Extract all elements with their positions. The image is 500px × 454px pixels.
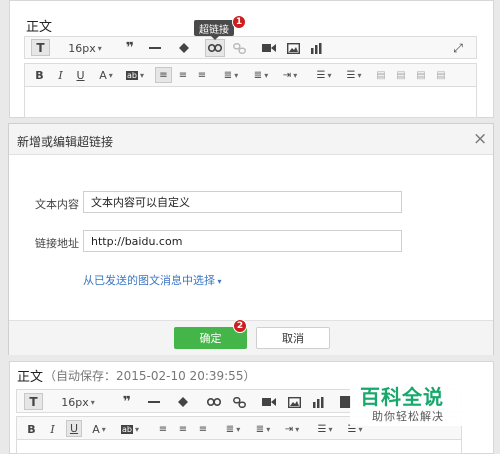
- watermark-logo: 百科全说 助你轻松解决: [350, 380, 468, 426]
- fullscreen-icon[interactable]: ⤢: [450, 40, 466, 56]
- eraser-icon[interactable]: [176, 40, 192, 56]
- ordered-list-icon-2[interactable]: ☰: [312, 422, 338, 436]
- toolbar-row-2: B I U A ab ≡ ≡ ≡ ≣ ≣ ⇥ ☰ ☰ ▤ ▤ ▤ ▤: [24, 63, 477, 87]
- hyperlink-icon[interactable]: [205, 39, 225, 57]
- float-center-icon[interactable]: ▤: [413, 68, 429, 82]
- font-size-select[interactable]: 16px: [67, 40, 103, 56]
- video-icon-2[interactable]: [261, 394, 277, 410]
- unlink-icon-2[interactable]: [231, 394, 247, 410]
- hyperlink-tooltip: 超链接: [194, 20, 234, 40]
- background-color-icon-2[interactable]: ab: [117, 422, 143, 436]
- link-url-label: 链接地址: [35, 237, 79, 250]
- align-left-icon[interactable]: ≡: [155, 67, 172, 83]
- hyperlink-icon-2[interactable]: [205, 394, 223, 410]
- indent-icon[interactable]: ⇥: [277, 68, 303, 82]
- hyperlink-dialog: 新增或编辑超链接 × 文本内容 文本内容可以自定义 链接地址 http://ba…: [8, 123, 494, 355]
- eraser-icon-2[interactable]: [175, 394, 191, 410]
- underline-icon[interactable]: U: [74, 68, 87, 82]
- toolbar-row-1: T 16px ❞ ⤢: [24, 36, 477, 59]
- chart-icon-2[interactable]: [311, 394, 327, 410]
- dialog-header: 新增或编辑超链接 ×: [9, 124, 493, 155]
- indent-icon-2[interactable]: ⇥: [279, 422, 305, 436]
- paragraph-spacing-icon-2[interactable]: ≣: [250, 422, 276, 436]
- blockquote-icon-2[interactable]: ❞: [119, 394, 135, 410]
- dialog-footer: 确定 取消: [9, 320, 493, 355]
- bold-icon-2[interactable]: B: [25, 422, 38, 436]
- body-label: 正文: [26, 20, 53, 35]
- float-none-icon[interactable]: ▤: [393, 68, 409, 82]
- editor-content-area-bottom[interactable]: [16, 440, 462, 454]
- italic-icon[interactable]: I: [54, 68, 67, 82]
- body-label-bottom: 正文: [17, 370, 44, 385]
- watermark-subtitle: 助你轻松解决: [372, 410, 444, 423]
- image-icon[interactable]: [285, 40, 301, 56]
- editor-content-area-top[interactable]: [24, 87, 477, 118]
- chart-icon[interactable]: [309, 40, 325, 56]
- watermark-title: 百科全说: [360, 385, 444, 409]
- underline-icon-2[interactable]: U: [66, 420, 82, 437]
- text-style-t-icon-2[interactable]: T: [24, 393, 43, 410]
- font-color-icon[interactable]: A: [95, 68, 117, 82]
- step-badge-2: 2: [233, 319, 247, 333]
- line-height-icon-2[interactable]: ≣: [220, 422, 246, 436]
- video-icon[interactable]: [261, 40, 277, 56]
- font-size-select-2[interactable]: 16px: [60, 394, 96, 410]
- align-right-icon-2[interactable]: ≡: [195, 422, 211, 436]
- horizontal-rule-icon-2[interactable]: [146, 394, 162, 410]
- font-color-icon-2[interactable]: A: [88, 422, 110, 436]
- line-height-icon[interactable]: ≣: [218, 68, 244, 82]
- close-icon[interactable]: ×: [473, 129, 487, 149]
- align-right-icon[interactable]: ≡: [194, 68, 210, 82]
- dialog-title: 新增或编辑超链接: [17, 135, 114, 149]
- text-content-label: 文本内容: [35, 198, 79, 211]
- float-right-icon[interactable]: ▤: [433, 68, 449, 82]
- align-center-icon-2[interactable]: ≡: [175, 422, 191, 436]
- bold-icon[interactable]: B: [33, 68, 46, 82]
- float-left-icon[interactable]: ▤: [373, 68, 389, 82]
- align-left-icon-2[interactable]: ≡: [155, 422, 171, 436]
- blockquote-icon[interactable]: ❞: [122, 40, 138, 56]
- font-size-value-2: 16px: [61, 395, 89, 409]
- unlink-icon[interactable]: [231, 40, 247, 56]
- align-center-icon[interactable]: ≡: [175, 68, 191, 82]
- autosave-status: （自动保存：2015-02-10 20:39:55）: [44, 369, 256, 383]
- cancel-button[interactable]: 取消: [256, 327, 330, 349]
- horizontal-rule-icon[interactable]: [147, 40, 163, 56]
- paragraph-spacing-icon[interactable]: ≣: [248, 68, 274, 82]
- text-style-t-icon[interactable]: T: [31, 39, 50, 56]
- image-icon-2[interactable]: [286, 394, 302, 410]
- text-content-input[interactable]: 文本内容可以自定义: [83, 191, 402, 213]
- step-badge-1: 1: [232, 15, 246, 29]
- background-color-icon[interactable]: ab: [122, 68, 148, 82]
- link-url-input[interactable]: http://baidu.com: [83, 230, 402, 252]
- unordered-list-icon[interactable]: ☰: [341, 68, 367, 82]
- italic-icon-2[interactable]: I: [46, 422, 59, 436]
- font-size-value: 16px: [68, 41, 96, 55]
- ordered-list-icon[interactable]: ☰: [311, 68, 337, 82]
- select-from-sent-link[interactable]: 从已发送的图文消息中选择: [83, 272, 222, 288]
